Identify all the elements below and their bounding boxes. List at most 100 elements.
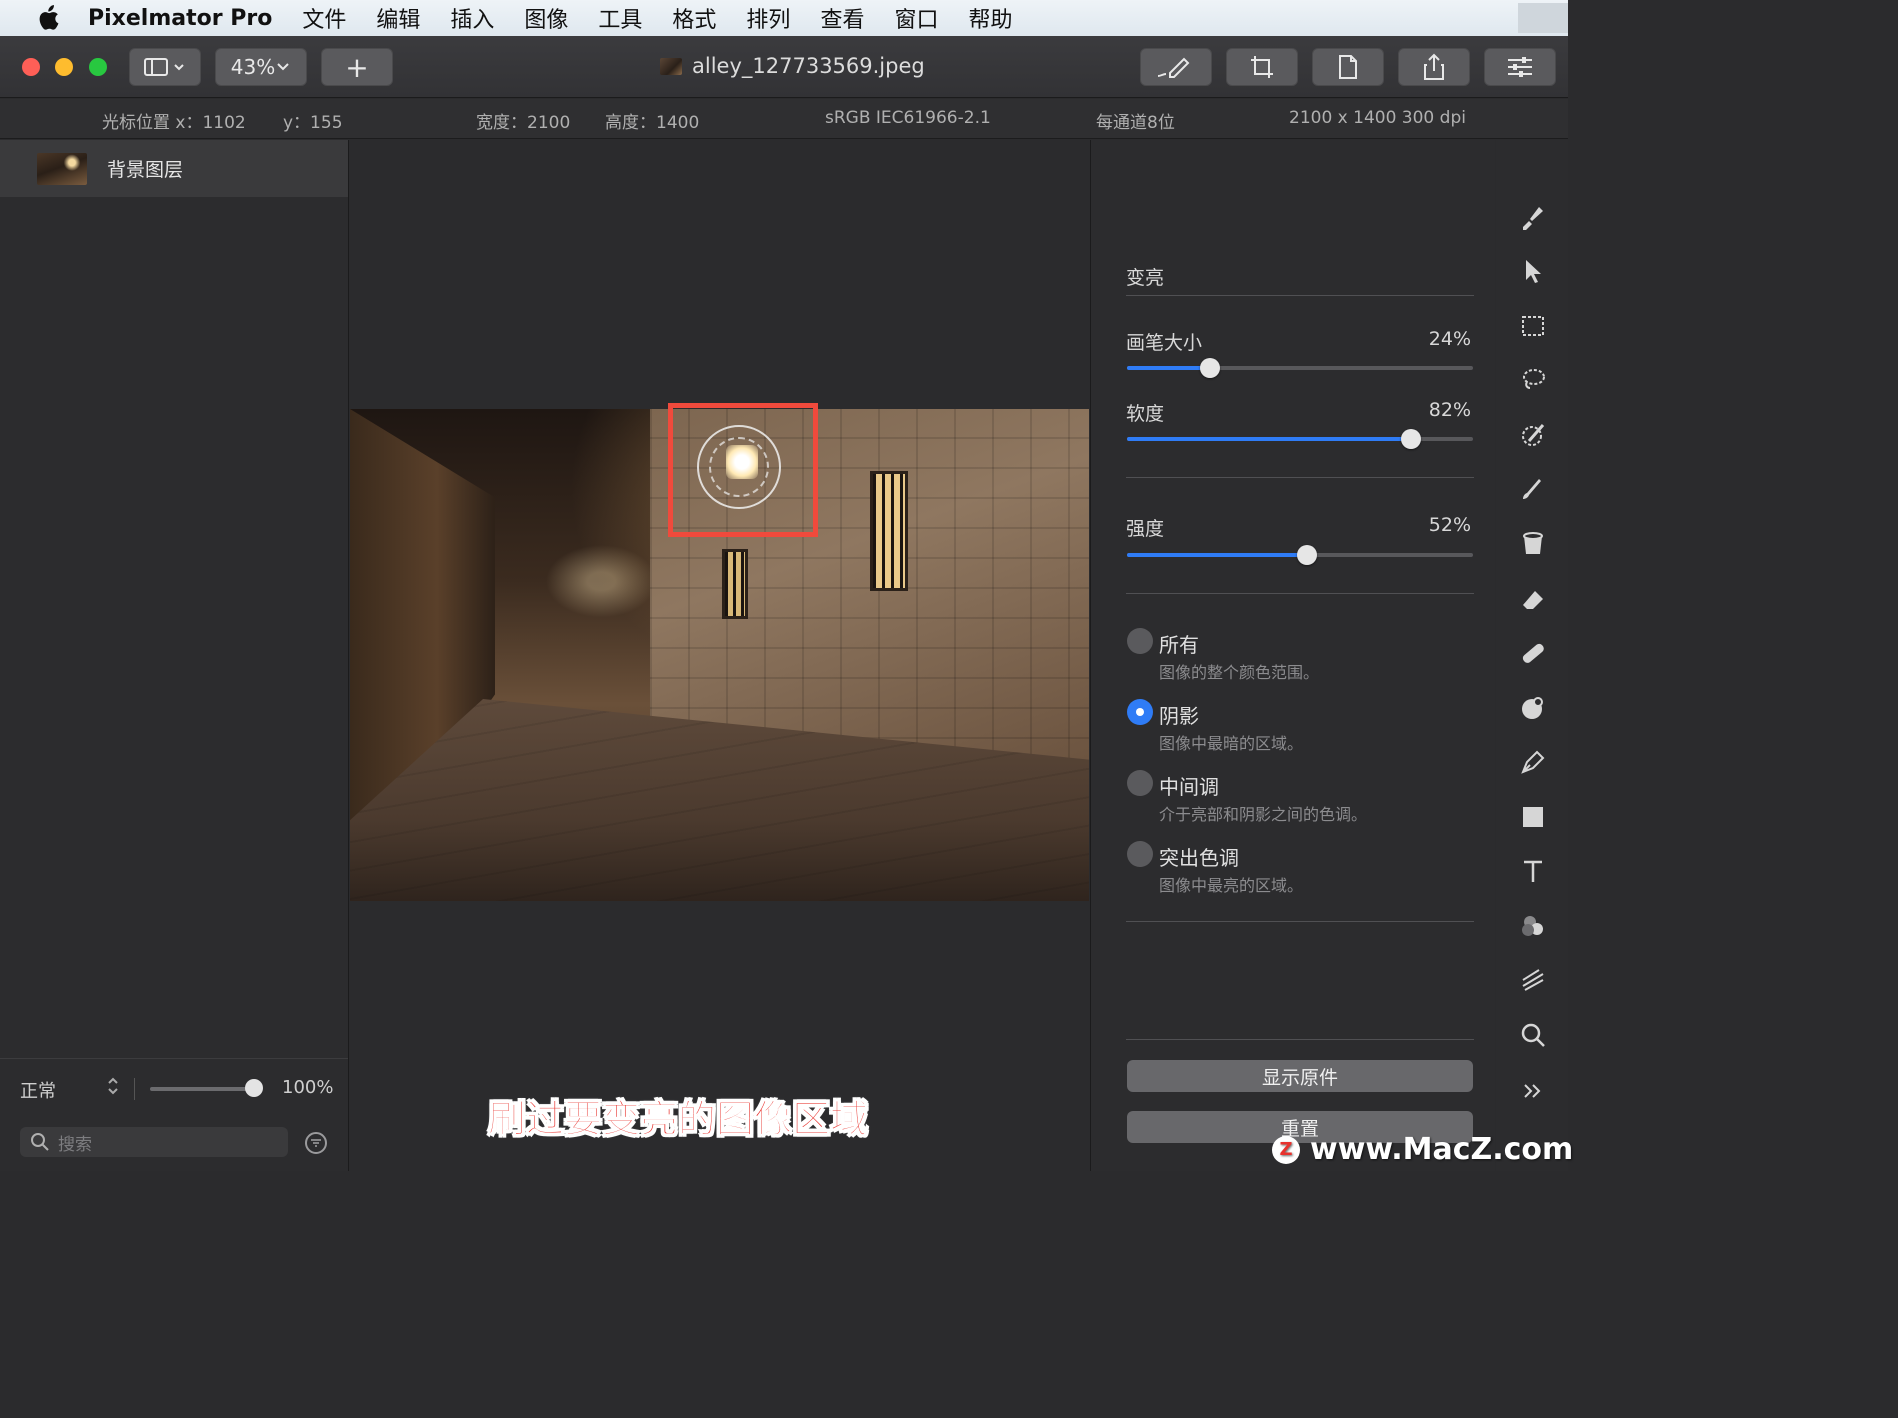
watermark-logo: Z bbox=[1272, 1135, 1300, 1164]
color-profile-readout: sRGB IEC61966-2.1 bbox=[825, 108, 991, 128]
text-icon[interactable] bbox=[1518, 856, 1548, 886]
range-desc-all: 图像的整个颜色范围。 bbox=[1159, 663, 1320, 682]
eraser-icon[interactable] bbox=[1518, 584, 1548, 614]
tool-options-panel: 变亮 画笔大小 24% 软度 82% 强度 52% 所有 图像的整个颜色范围。 … bbox=[1090, 140, 1495, 1171]
menu-help[interactable]: 帮助 bbox=[968, 2, 1012, 34]
zoom-dropdown[interactable]: 43% bbox=[215, 48, 307, 86]
range-desc-highlights: 图像中最亮的区域。 bbox=[1159, 876, 1304, 895]
more-icon[interactable] bbox=[1518, 1076, 1548, 1106]
menu-file[interactable]: 文件 bbox=[302, 2, 346, 34]
layer-controls: 正常 100% 搜索 bbox=[0, 1058, 348, 1171]
crop-button[interactable] bbox=[1226, 48, 1298, 86]
document-thumbnail-icon bbox=[660, 57, 682, 75]
brush-size-slider-fill bbox=[1127, 366, 1211, 370]
opacity-slider[interactable] bbox=[150, 1087, 255, 1091]
brush-icon[interactable] bbox=[1518, 474, 1548, 504]
brush-size-value: 24% bbox=[1428, 328, 1471, 350]
sidebar-toggle-button[interactable] bbox=[129, 48, 201, 86]
strength-slider[interactable] bbox=[1127, 545, 1473, 565]
range-label-midtones[interactable]: 中间调 bbox=[1159, 771, 1219, 800]
range-label-highlights[interactable]: 突出色调 bbox=[1159, 842, 1239, 871]
apple-icon[interactable] bbox=[28, 5, 68, 31]
filter-icon[interactable] bbox=[305, 1132, 327, 1154]
softness-slider-knob[interactable] bbox=[1400, 429, 1421, 449]
zoom-icon[interactable] bbox=[1518, 1020, 1548, 1050]
distort-icon[interactable] bbox=[1518, 965, 1548, 995]
effects-icon[interactable] bbox=[1518, 693, 1548, 723]
range-radio-shadows[interactable] bbox=[1127, 699, 1153, 725]
show-original-button[interactable]: 显示原件 bbox=[1127, 1060, 1473, 1092]
adjust-button[interactable] bbox=[1484, 48, 1556, 86]
crop-icon bbox=[1251, 56, 1273, 78]
lasso-icon[interactable] bbox=[1518, 365, 1548, 395]
magic-wand-icon[interactable] bbox=[1518, 420, 1548, 450]
menu-format[interactable]: 格式 bbox=[672, 2, 716, 34]
divider bbox=[1126, 1039, 1474, 1040]
layer-row-background[interactable]: 背景图层 bbox=[0, 140, 348, 197]
strength-label: 强度 bbox=[1126, 518, 1165, 540]
rect-select-icon[interactable] bbox=[1518, 311, 1548, 341]
bit-depth-readout: 每通道8位 bbox=[1096, 113, 1175, 133]
paint-brush-icon[interactable] bbox=[1518, 202, 1548, 232]
range-radio-highlights[interactable] bbox=[1127, 841, 1153, 867]
divider bbox=[1126, 295, 1474, 296]
document-icon bbox=[1339, 55, 1357, 79]
strength-slider-knob[interactable] bbox=[1296, 545, 1317, 565]
pen-icon[interactable] bbox=[1518, 747, 1548, 777]
softness-slider[interactable] bbox=[1127, 429, 1473, 449]
range-radio-all[interactable] bbox=[1127, 628, 1153, 654]
layers-sidebar: 背景图层 正常 100% 搜索 bbox=[0, 140, 349, 1171]
brush-size-slider[interactable] bbox=[1127, 358, 1473, 378]
range-desc-shadows: 图像中最暗的区域。 bbox=[1159, 734, 1304, 753]
pencil-line-icon bbox=[1157, 57, 1190, 78]
divider bbox=[1126, 593, 1474, 594]
color-adjust-icon[interactable] bbox=[1518, 911, 1548, 941]
softness-label: 软度 bbox=[1126, 403, 1165, 425]
close-window-button[interactable] bbox=[22, 58, 40, 76]
fullscreen-window-button[interactable] bbox=[89, 58, 107, 76]
menu-edit[interactable]: 编辑 bbox=[376, 2, 420, 34]
softness-value: 82% bbox=[1428, 399, 1471, 421]
menu-insert[interactable]: 插入 bbox=[450, 2, 494, 34]
range-label-all[interactable]: 所有 bbox=[1159, 629, 1199, 658]
app-name-menu[interactable]: Pixelmator Pro bbox=[88, 6, 272, 31]
range-desc-midtones: 介于亮部和阴影之间的色调。 bbox=[1159, 805, 1368, 824]
menu-tools[interactable]: 工具 bbox=[598, 2, 642, 34]
shape-icon[interactable] bbox=[1518, 802, 1548, 832]
menu-view[interactable]: 查看 bbox=[820, 2, 864, 34]
tools-strip bbox=[1496, 140, 1568, 1171]
photo-small-window bbox=[722, 549, 748, 619]
bandage-icon[interactable] bbox=[1518, 638, 1548, 668]
tutorial-caption: 刷过要变亮的图像区域 bbox=[487, 1097, 869, 1142]
cursor-x-readout: 光标位置 x：1102 bbox=[102, 113, 246, 133]
document-button[interactable] bbox=[1312, 48, 1384, 86]
retouch-tool-button[interactable] bbox=[1140, 48, 1212, 86]
share-button[interactable] bbox=[1398, 48, 1470, 86]
zoom-value: 43% bbox=[230, 55, 276, 79]
photo-lit-window bbox=[870, 471, 908, 591]
brush-size-slider-knob[interactable] bbox=[1200, 358, 1221, 378]
menu-window[interactable]: 窗口 bbox=[894, 2, 938, 34]
arrow-icon[interactable] bbox=[1518, 256, 1548, 286]
search-placeholder: 搜索 bbox=[58, 1134, 92, 1155]
add-button[interactable]: + bbox=[321, 48, 393, 86]
chevron-down-icon bbox=[277, 63, 289, 71]
document-title: alley_127733569.jpeg bbox=[660, 54, 925, 78]
divider bbox=[134, 1078, 135, 1100]
menu-arrange[interactable]: 排列 bbox=[746, 2, 790, 34]
layer-thumbnail bbox=[37, 152, 87, 185]
sidebar-icon bbox=[144, 58, 184, 76]
sliders-icon bbox=[1508, 57, 1532, 77]
opacity-slider-knob[interactable] bbox=[245, 1079, 263, 1097]
range-label-shadows[interactable]: 阴影 bbox=[1159, 700, 1199, 729]
bucket-icon[interactable] bbox=[1518, 529, 1548, 559]
layer-search-input[interactable]: 搜索 bbox=[20, 1127, 288, 1157]
minimize-window-button[interactable] bbox=[55, 58, 73, 76]
menu-image[interactable]: 图像 bbox=[524, 2, 568, 34]
menu-bar: Pixelmator Pro 文件 编辑 插入 图像 工具 格式 排列 查看 窗… bbox=[0, 0, 1568, 36]
canvas-area[interactable]: 刷过要变亮的图像区域 bbox=[350, 140, 1089, 1171]
range-radio-midtones[interactable] bbox=[1127, 770, 1153, 796]
chevron-updown-icon[interactable] bbox=[106, 1075, 120, 1097]
cursor-y-readout: y：155 bbox=[283, 113, 343, 133]
blend-mode-select[interactable]: 正常 bbox=[20, 1077, 56, 1103]
